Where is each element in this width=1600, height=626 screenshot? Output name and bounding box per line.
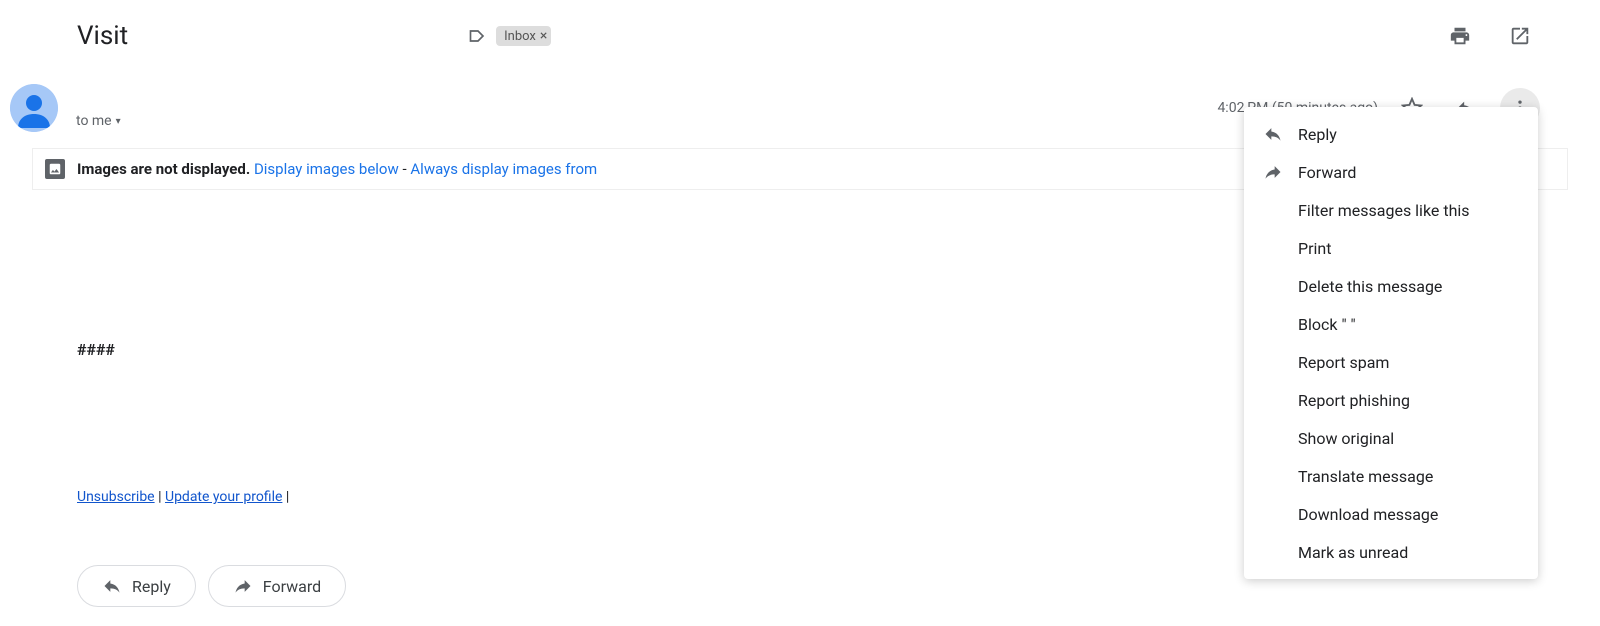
- display-images-link[interactable]: Display images below: [254, 160, 399, 178]
- menu-report-spam-label: Report spam: [1298, 353, 1389, 372]
- banner-separator: -: [403, 160, 407, 178]
- menu-delete-label: Delete this message: [1298, 277, 1442, 296]
- label-tag-icon[interactable]: [468, 26, 488, 46]
- more-options-menu: Reply Forward Filter messages like this …: [1244, 107, 1538, 579]
- show-details-icon[interactable]: ▾: [116, 116, 121, 127]
- images-not-displayed-text: Images are not displayed.: [77, 160, 250, 178]
- menu-delete[interactable]: Delete this message: [1244, 267, 1538, 305]
- recipient-text: to me: [76, 113, 112, 129]
- menu-report-spam[interactable]: Report spam: [1244, 343, 1538, 381]
- sender-avatar[interactable]: [10, 84, 58, 132]
- reply-button[interactable]: Reply: [77, 565, 196, 607]
- forward-arrow-icon: [1262, 162, 1284, 182]
- menu-block[interactable]: Block " ": [1244, 305, 1538, 343]
- print-button[interactable]: [1440, 16, 1480, 56]
- forward-button-label: Forward: [263, 577, 321, 596]
- image-placeholder-icon: [45, 159, 65, 179]
- menu-translate-label: Translate message: [1298, 467, 1433, 486]
- menu-print[interactable]: Print: [1244, 229, 1538, 267]
- menu-block-label: Block " ": [1298, 315, 1356, 334]
- label-area: Inbox ×: [468, 26, 551, 46]
- reply-arrow-icon: [102, 576, 122, 596]
- menu-print-label: Print: [1298, 239, 1331, 258]
- top-actions: [1440, 16, 1540, 56]
- inbox-label-chip[interactable]: Inbox ×: [496, 26, 551, 46]
- email-header-row: Visit Inbox ×: [0, 0, 1600, 64]
- menu-mark-unread-label: Mark as unread: [1298, 543, 1408, 562]
- menu-mark-unread[interactable]: Mark as unread: [1244, 533, 1538, 571]
- menu-reply[interactable]: Reply: [1244, 115, 1538, 153]
- reply-button-label: Reply: [132, 577, 171, 596]
- menu-report-phishing[interactable]: Report phishing: [1244, 381, 1538, 419]
- menu-download[interactable]: Download message: [1244, 495, 1538, 533]
- menu-translate[interactable]: Translate message: [1244, 457, 1538, 495]
- recipient-line[interactable]: to me ▾: [76, 113, 121, 129]
- footer-sep1: |: [155, 489, 165, 505]
- menu-forward[interactable]: Forward: [1244, 153, 1538, 191]
- menu-download-label: Download message: [1298, 505, 1438, 524]
- footer-sep2: |: [282, 489, 289, 505]
- menu-report-phishing-label: Report phishing: [1298, 391, 1410, 410]
- menu-show-original-label: Show original: [1298, 429, 1394, 448]
- forward-arrow-icon: [233, 576, 253, 596]
- forward-button[interactable]: Forward: [208, 565, 346, 607]
- email-subject: Visit: [77, 21, 128, 51]
- update-profile-link[interactable]: Update your profile: [165, 489, 282, 505]
- menu-forward-label: Forward: [1298, 163, 1356, 182]
- open-new-window-button[interactable]: [1500, 16, 1540, 56]
- inbox-label-text: Inbox: [504, 29, 536, 44]
- menu-reply-label: Reply: [1298, 125, 1337, 144]
- remove-label-icon[interactable]: ×: [540, 28, 547, 44]
- menu-show-original[interactable]: Show original: [1244, 419, 1538, 457]
- menu-filter[interactable]: Filter messages like this: [1244, 191, 1538, 229]
- menu-filter-label: Filter messages like this: [1298, 201, 1470, 220]
- unsubscribe-link[interactable]: Unsubscribe: [77, 489, 155, 505]
- always-display-images-link[interactable]: Always display images from: [410, 160, 597, 178]
- reply-arrow-icon: [1262, 124, 1284, 144]
